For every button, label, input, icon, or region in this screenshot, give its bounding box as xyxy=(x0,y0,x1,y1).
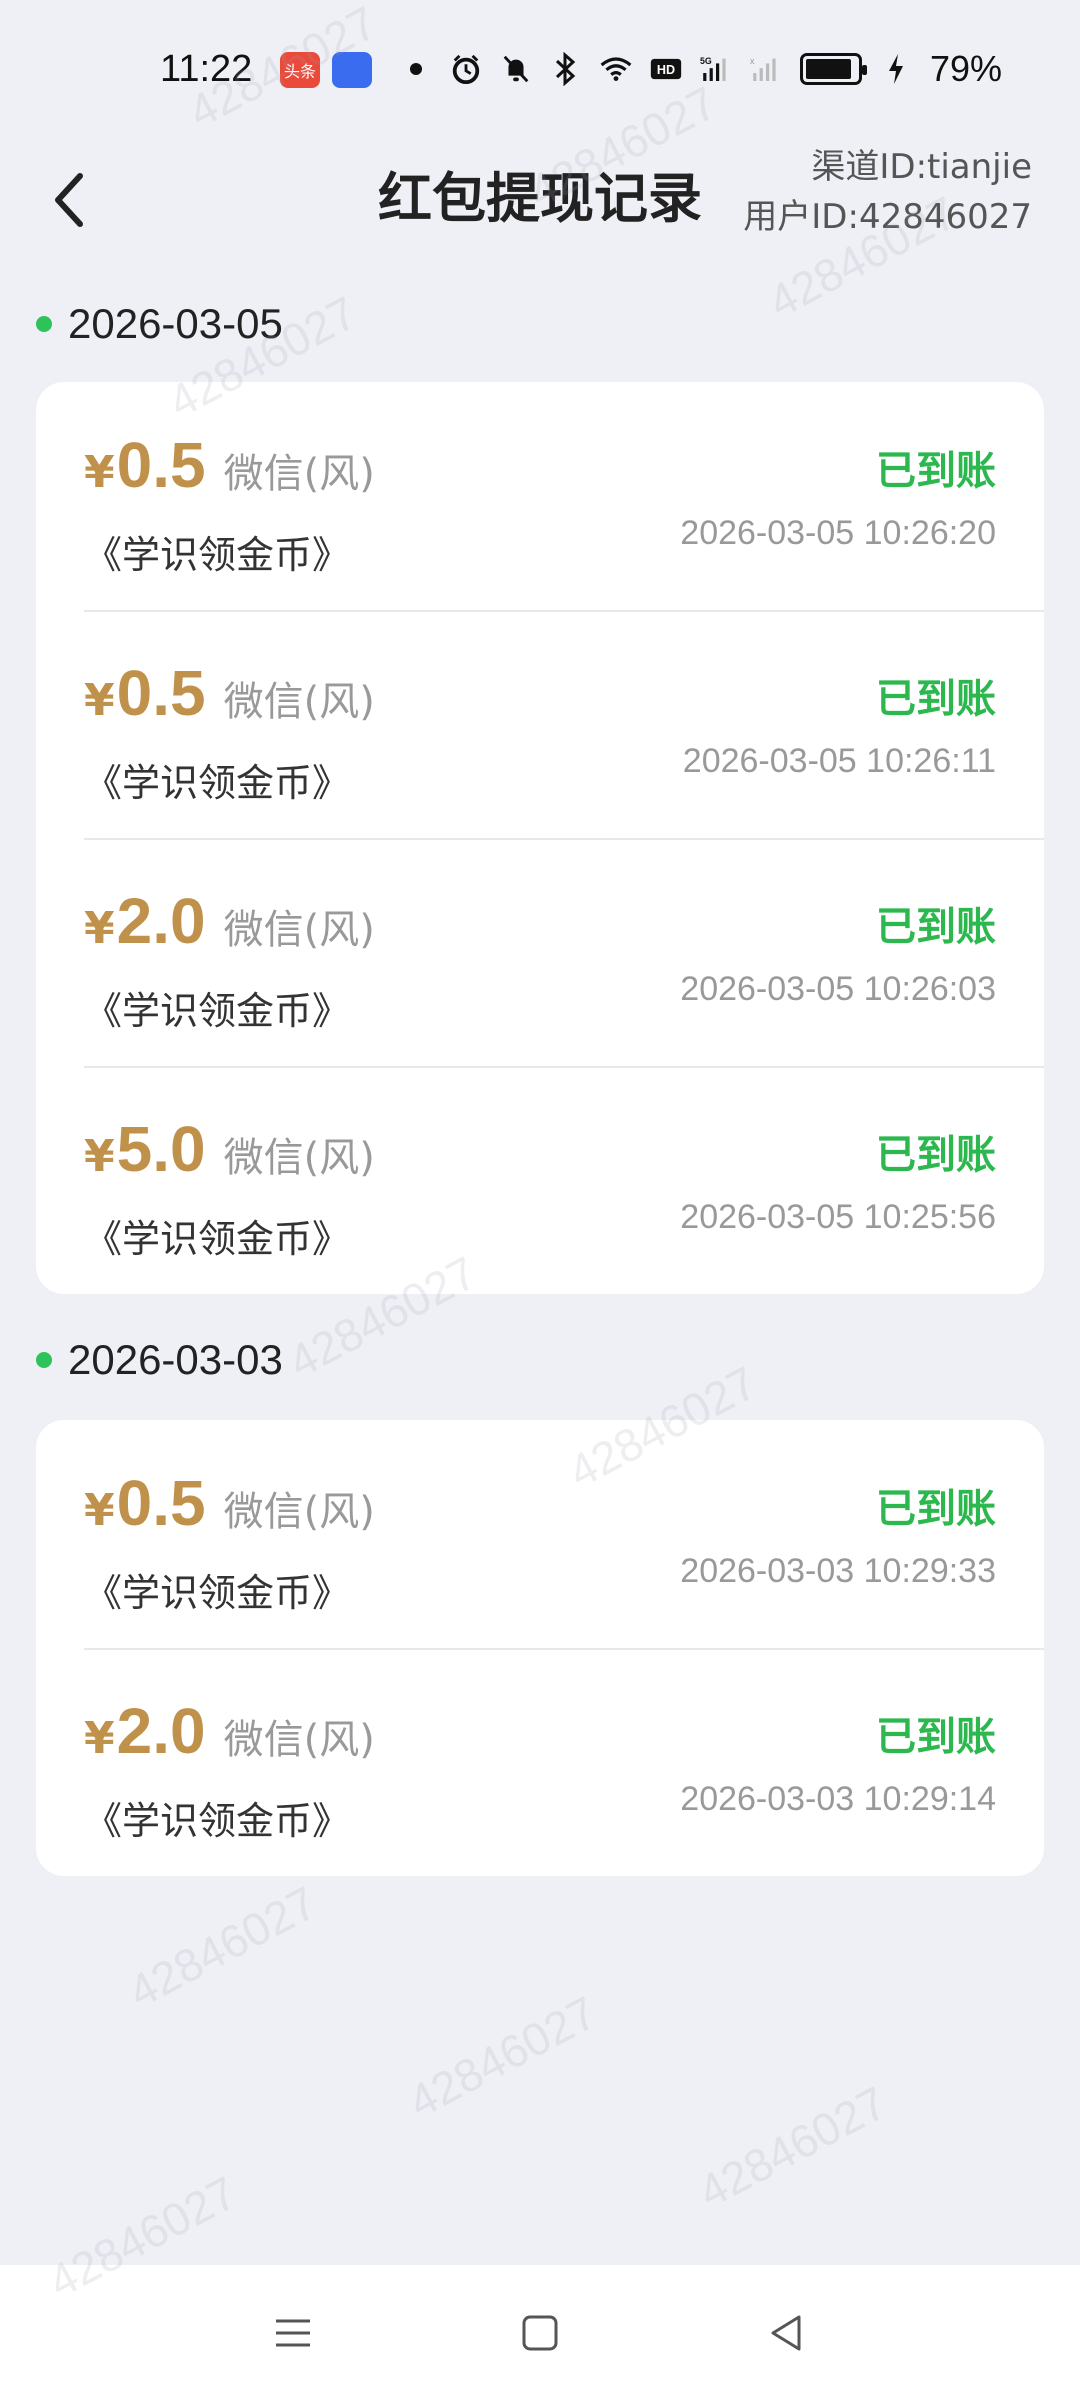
wifi-icon xyxy=(600,53,632,85)
channel: 微信(风) xyxy=(223,907,375,953)
timestamp: 2026-03-03 10:29:14 xyxy=(680,1780,996,1818)
yen-symbol: ¥ xyxy=(84,1713,115,1764)
system-nav-bar xyxy=(0,2265,1080,2400)
svg-text:HD: HD xyxy=(657,63,675,77)
status-badge: 已到账 xyxy=(876,1486,996,1532)
status-bar: 11:22 头条 HD 5G x 79% xyxy=(0,0,1080,140)
record-card: ¥ 0.5 微信(风) 《学识领金币》 已到账 2026-03-05 10:26… xyxy=(36,382,1044,1294)
status-time: 11:22 xyxy=(160,48,253,90)
watermark: 42846027 xyxy=(119,1875,325,2019)
status-icons: HD 5G x 79% xyxy=(400,48,1002,90)
svg-text:5G: 5G xyxy=(700,56,712,66)
task-name: 《学识领金币》 xyxy=(84,1217,351,1261)
back-triangle-icon xyxy=(771,2315,801,2350)
mute-icon xyxy=(500,53,532,85)
watermark: 42846027 xyxy=(689,2075,895,2219)
channel-id: 渠道ID:tianjie xyxy=(811,147,1032,187)
baidu-app-icon xyxy=(332,52,372,88)
date-header: 2026-03-03 xyxy=(36,1336,283,1384)
yen-symbol: ¥ xyxy=(84,447,115,498)
menu-button[interactable] xyxy=(263,2303,323,2363)
signal-icon: x xyxy=(750,53,782,85)
task-name: 《学识领金币》 xyxy=(84,533,351,577)
amount: 0.5 xyxy=(116,429,206,501)
home-square-icon xyxy=(522,2315,558,2350)
timestamp: 2026-03-05 10:26:11 xyxy=(682,742,996,780)
timestamp: 2026-03-05 10:26:03 xyxy=(680,970,996,1008)
watermark: 42846027 xyxy=(399,1985,605,2129)
status-badge: 已到账 xyxy=(876,1714,996,1760)
toutiao-app-icon: 头条 xyxy=(280,52,320,88)
channel: 微信(风) xyxy=(223,1135,375,1181)
task-name: 《学识领金币》 xyxy=(84,989,351,1033)
date-label: 2026-03-03 xyxy=(68,1336,283,1383)
status-badge: 已到账 xyxy=(876,676,996,722)
header-ids: 渠道ID:tianjie 用户ID:42846027 xyxy=(743,142,1032,242)
alarm-icon xyxy=(450,53,482,85)
battery-percent: 79% xyxy=(930,48,1003,89)
menu-icon xyxy=(276,2319,311,2346)
task-name: 《学识领金币》 xyxy=(84,1799,351,1843)
list-item[interactable]: ¥ 0.5 微信(风) 《学识领金币》 已到账 2026-03-05 10:26… xyxy=(36,382,1044,610)
amount: 5.0 xyxy=(116,1113,206,1185)
home-button[interactable] xyxy=(510,2303,570,2363)
svg-text:x: x xyxy=(750,56,755,66)
signal-5g-icon: 5G xyxy=(700,53,732,85)
status-badge: 已到账 xyxy=(876,448,996,494)
amount: 2.0 xyxy=(116,885,206,957)
battery-icon xyxy=(800,53,867,85)
header: 红包提现记录 渠道ID:tianjie 用户ID:42846027 xyxy=(0,140,1080,260)
list-item[interactable]: ¥ 0.5 微信(风) 《学识领金币》 已到账 2026-03-03 10:29… xyxy=(36,1420,1044,1648)
list-item[interactable]: ¥ 5.0 微信(风) 《学识领金币》 已到账 2026-03-05 10:25… xyxy=(36,1066,1044,1294)
user-id: 用户ID:42846027 xyxy=(743,197,1032,237)
timestamp: 2026-03-03 10:29:33 xyxy=(680,1552,996,1590)
record-card: ¥ 0.5 微信(风) 《学识领金币》 已到账 2026-03-03 10:29… xyxy=(36,1420,1044,1876)
bluetooth-icon xyxy=(550,52,582,86)
timestamp: 2026-03-05 10:25:56 xyxy=(680,1198,996,1236)
task-name: 《学识领金币》 xyxy=(84,761,351,805)
yen-symbol: ¥ xyxy=(84,1485,115,1536)
channel: 微信(风) xyxy=(223,1717,375,1763)
hd-icon: HD xyxy=(650,53,682,85)
amount: 2.0 xyxy=(116,1695,206,1767)
channel: 微信(风) xyxy=(223,679,375,725)
list-item[interactable]: ¥ 2.0 微信(风) 《学识领金币》 已到账 2026-03-05 10:26… xyxy=(36,838,1044,1066)
list-item[interactable]: ¥ 0.5 微信(风) 《学识领金币》 已到账 2026-03-05 10:26… xyxy=(36,610,1044,838)
date-dot xyxy=(36,316,52,332)
dot-icon xyxy=(400,53,432,85)
channel: 微信(风) xyxy=(223,1489,375,1535)
yen-symbol: ¥ xyxy=(84,903,115,954)
status-badge: 已到账 xyxy=(876,1132,996,1178)
charging-icon xyxy=(880,53,912,85)
notification-icons: 头条 xyxy=(280,52,372,88)
channel: 微信(风) xyxy=(223,451,375,497)
yen-symbol: ¥ xyxy=(84,1131,115,1182)
list-item[interactable]: ¥ 2.0 微信(风) 《学识领金币》 已到账 2026-03-03 10:29… xyxy=(36,1648,1044,1876)
amount: 0.5 xyxy=(116,1467,206,1539)
amount: 0.5 xyxy=(116,657,206,729)
yen-symbol: ¥ xyxy=(84,675,115,726)
date-dot xyxy=(36,1352,52,1368)
date-label: 2026-03-05 xyxy=(68,300,283,347)
date-header: 2026-03-05 xyxy=(36,300,283,348)
timestamp: 2026-03-05 10:26:20 xyxy=(680,514,996,552)
task-name: 《学识领金币》 xyxy=(84,1571,351,1615)
back-nav-button[interactable] xyxy=(757,2303,817,2363)
status-badge: 已到账 xyxy=(876,904,996,950)
